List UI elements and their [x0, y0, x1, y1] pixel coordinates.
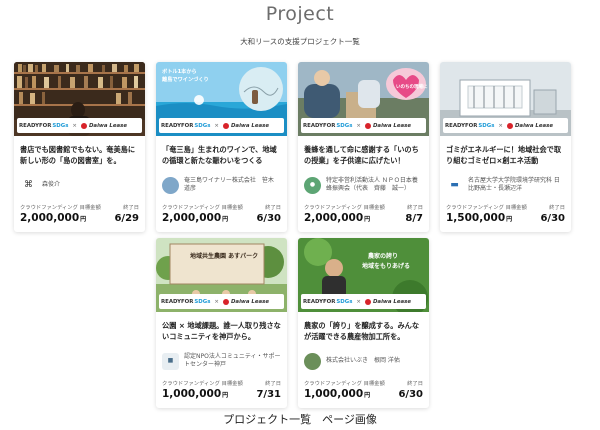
end-date: 6/30: [398, 389, 423, 400]
project-owner: ▬ 名古屋大学大学院環境学研究科 日比野高士・長瀬辺洋: [446, 175, 565, 195]
readyfor-logo: READYFOR: [19, 122, 52, 129]
park-sign: 地域共生農園 あすパーク: [190, 252, 258, 260]
goal-amount: 2,000,000円: [162, 212, 229, 224]
owner-name: 株式会社いぶき 根岡 洋佑: [326, 357, 400, 364]
project-owner: ⌘ 森俊介: [20, 175, 139, 195]
project-image[interactable]: 地域共生農園 あすパーク READYFOR SDGs × Daiwa Lease: [156, 238, 287, 312]
project-title[interactable]: 農家の「誇り」を醸成する。みんなが活躍できる農産物加工所を。: [304, 321, 423, 343]
page-title: Project: [265, 3, 335, 25]
brand-bar: READYFOR SDGs × Daiwa Lease: [159, 118, 284, 133]
owner-logo-icon: ■: [162, 352, 179, 370]
end-date: 6/30: [256, 213, 281, 224]
project-card[interactable]: READYFOR SDGs × Daiwa Lease 書店でも図書館でもない。…: [14, 62, 145, 232]
project-title[interactable]: ゴミがエネルギーに！地域社会で取り組むゴミゼロ×創エネ活動: [446, 145, 565, 167]
brand-bar: READYFOR SDGs × Daiwa Lease: [159, 294, 284, 309]
project-image[interactable]: ボトル1本から 離島でワインづくり READYFOR SDGs × Daiwa …: [156, 62, 287, 136]
readyfor-logo: READYFOR: [303, 122, 336, 129]
page-subtitle: 大和リースの支援プロジェクト一覧: [240, 37, 360, 46]
svg-text:いのちの現場に: いのちの現場に: [396, 83, 428, 90]
owner-logo-icon: ●: [304, 176, 321, 194]
page-caption: プロジェクト一覧 ページ画像: [223, 413, 377, 426]
readyfor-logo: READYFOR: [161, 122, 194, 129]
daiwa-logo-icon: [364, 122, 371, 129]
brand-bar: READYFOR SDGs × Daiwa Lease: [443, 118, 568, 133]
owner-avatar: [162, 176, 179, 194]
project-card[interactable]: いのちの現場に READYFOR SDGs × Daiwa Lease 養蜂を通…: [298, 62, 429, 232]
owner-avatar: [304, 352, 321, 370]
goal-amount: 1,500,000円: [446, 212, 513, 224]
project-owner: 株式会社いぶき 根岡 洋佑: [304, 351, 423, 371]
owner-name: 特定非営利活動法人 ＮＰＯ日本養蜂振興会（代表 齊藤 誠一）: [326, 177, 418, 192]
project-title[interactable]: 書店でも図書館でもない。奄美島に新しい形の「島の図書室」を。: [20, 145, 139, 167]
end-date: 8/7: [405, 213, 423, 224]
project-title[interactable]: 公園 × 地域課題。誰一人取り残さないコミュニティを神戸から。: [162, 321, 281, 343]
brand-bar: READYFOR SDGs × Daiwa Lease: [17, 118, 142, 133]
goal-amount: 2,000,000円: [20, 212, 87, 224]
daiwa-logo-icon: [222, 298, 229, 305]
end-date: 7/31: [256, 389, 281, 400]
project-card[interactable]: 地域共生農園 あすパーク READYFOR SDGs × Daiwa Lease…: [156, 238, 287, 408]
daiwa-logo-icon: [506, 122, 513, 129]
goal-amount: 2,000,000円: [304, 212, 371, 224]
owner-name: 森俊介: [42, 181, 61, 188]
image-caption: 農家の誇り: [368, 252, 398, 260]
daiwa-logo-icon: [80, 122, 87, 129]
project-owner: ● 特定非営利活動法人 ＮＰＯ日本養蜂振興会（代表 齊藤 誠一）: [304, 175, 423, 195]
svg-text:離島でワインづくり: 離島でワインづくり: [162, 75, 209, 83]
daiwa-lease-logo: Daiwa Lease: [372, 298, 412, 305]
end-date: 6/30: [540, 213, 565, 224]
image-caption: ボトル1本から: [162, 67, 197, 75]
project-image[interactable]: READYFOR SDGs × Daiwa Lease: [14, 62, 145, 136]
daiwa-lease-logo: Daiwa Lease: [230, 298, 270, 305]
project-owner: 奄三島ワイナリー株式会社 笹木 道彦: [162, 175, 281, 195]
project-card[interactable]: 農家の誇り 地域をもりあげる READYFOR SDGs × Daiwa Lea…: [298, 238, 429, 408]
daiwa-lease-logo: Daiwa Lease: [88, 122, 128, 129]
owner-name: 名古屋大学大学院環境学研究科 日比野高士・長瀬辺洋: [468, 177, 560, 192]
project-image[interactable]: いのちの現場に READYFOR SDGs × Daiwa Lease: [298, 62, 429, 136]
daiwa-logo-icon: [364, 298, 371, 305]
owner-logo-icon: ▬: [446, 176, 463, 194]
goal-amount: 1,000,000円: [162, 388, 229, 400]
project-title[interactable]: 「奄三島」生まれのワインで、地域の循環と新たな賑わいをつくる: [162, 145, 281, 167]
daiwa-logo-icon: [222, 122, 229, 129]
project-card[interactable]: READYFOR SDGs × Daiwa Lease ゴミがエネルギーに！地域…: [440, 62, 571, 232]
goal-amount: 1,000,000円: [304, 388, 371, 400]
brand-bar: READYFOR SDGs × Daiwa Lease: [301, 118, 426, 133]
end-date: 6/29: [114, 213, 139, 224]
project-title[interactable]: 養蜂を通して命に感謝する「いのちの授業」を子供達に広げたい！: [304, 145, 423, 167]
project-image[interactable]: READYFOR SDGs × Daiwa Lease: [440, 62, 571, 136]
project-owner: ■ 認定NPO法人コミュニティ・サポートセンター神戸: [162, 351, 281, 371]
readyfor-logo: READYFOR: [445, 122, 478, 129]
project-image[interactable]: 農家の誇り 地域をもりあげる READYFOR SDGs × Daiwa Lea…: [298, 238, 429, 312]
svg-text:地域をもりあげる: 地域をもりあげる: [362, 262, 410, 270]
project-card[interactable]: ボトル1本から 離島でワインづくり READYFOR SDGs × Daiwa …: [156, 62, 287, 232]
daiwa-lease-logo: Daiwa Lease: [372, 122, 412, 129]
readyfor-logo: READYFOR: [303, 298, 336, 305]
daiwa-lease-logo: Daiwa Lease: [230, 122, 270, 129]
owner-name: 認定NPO法人コミュニティ・サポートセンター神戸: [184, 353, 281, 368]
readyfor-logo: READYFOR: [161, 298, 194, 305]
owner-logo-icon: ⌘: [20, 176, 37, 194]
owner-name: 奄三島ワイナリー株式会社 笹木 道彦: [184, 177, 274, 192]
brand-bar: READYFOR SDGs × Daiwa Lease: [301, 294, 426, 309]
daiwa-lease-logo: Daiwa Lease: [514, 122, 554, 129]
